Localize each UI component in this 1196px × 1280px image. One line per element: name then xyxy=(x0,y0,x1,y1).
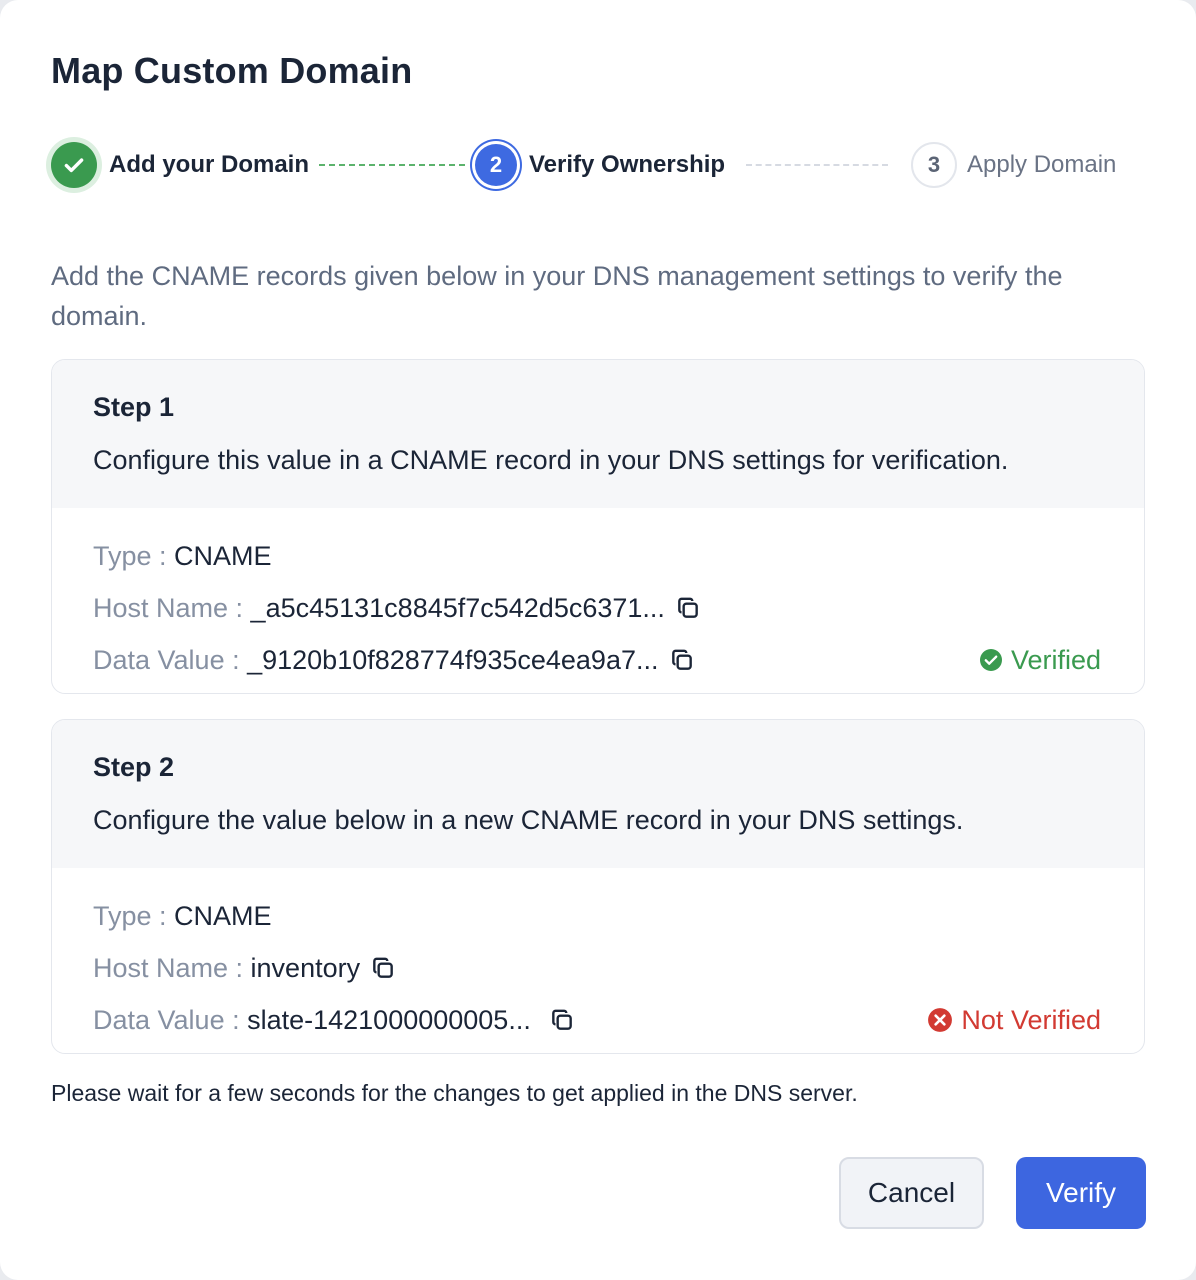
type-label: Type : xyxy=(93,540,175,571)
copy-icon[interactable] xyxy=(549,1007,575,1033)
step-number-badge: 3 xyxy=(911,142,957,188)
host-name-label: Host Name : xyxy=(93,592,251,623)
host-name-value: _a5c45131c8845f7c542d5c6371... xyxy=(250,592,665,623)
step-label: Verify Ownership xyxy=(529,151,726,178)
type-value: CNAME xyxy=(174,900,272,931)
step-add-domain: Add your Domain xyxy=(51,140,309,190)
dns-wait-note: Please wait for a few seconds for the ch… xyxy=(51,1080,858,1106)
data-value-label: Data Value : xyxy=(93,1004,248,1035)
data-value-row: Data Value : slate-1421000000005... Not … xyxy=(93,994,1103,1046)
data-value-label: Data Value : xyxy=(93,644,248,675)
record-card-step-2: Step 2 Configure the value below in a ne… xyxy=(51,719,1145,1054)
card-header: Step 1 Configure this value in a CNAME r… xyxy=(52,360,1144,508)
step-label: Add your Domain xyxy=(109,151,310,178)
step-connector xyxy=(746,164,888,166)
check-icon xyxy=(51,142,97,188)
data-value-value: _9120b10f828774f935ce4ea9a7... xyxy=(247,644,659,675)
record-card-step-1: Step 1 Configure this value in a CNAME r… xyxy=(51,359,1145,694)
status-text: Not Verified xyxy=(961,1004,1101,1035)
dialog-title: Map Custom Domain xyxy=(51,50,413,91)
intro-text: Add the CNAME records given below in you… xyxy=(51,261,1063,331)
x-circle-icon xyxy=(928,1008,953,1032)
card-step-title: Step 1 xyxy=(93,392,175,422)
type-row: Type : CNAME xyxy=(93,530,1103,582)
verify-button[interactable]: Verify xyxy=(1016,1157,1146,1229)
card-description: Configure the value below in a new CNAME… xyxy=(93,805,964,835)
cancel-button[interactable]: Cancel xyxy=(839,1157,984,1229)
card-body: Type : CNAME Host Name : inventory Data … xyxy=(52,868,1144,1046)
type-value: CNAME xyxy=(174,540,272,571)
verification-status-badge: Not Verified xyxy=(927,1005,1101,1036)
card-description: Configure this value in a CNAME record i… xyxy=(93,445,1009,475)
copy-icon[interactable] xyxy=(370,955,396,981)
verification-status-badge: Verified xyxy=(979,645,1101,676)
host-name-row: Host Name : _a5c45131c8845f7c542d5c6371.… xyxy=(93,582,1103,634)
stepper: Add your Domain 2 Verify Ownership 3 App… xyxy=(51,140,1151,190)
step-connector xyxy=(319,164,465,166)
check-circle-icon xyxy=(979,649,1002,671)
step-apply-domain: 3 Apply Domain xyxy=(911,140,1116,190)
step-verify-ownership: 2 Verify Ownership xyxy=(475,140,725,190)
card-step-title: Step 2 xyxy=(93,752,175,782)
host-name-row: Host Name : inventory xyxy=(93,942,1103,994)
data-value-value: slate-1421000000005... xyxy=(247,1004,531,1035)
data-value-row: Data Value : _9120b10f828774f935ce4ea9a7… xyxy=(93,634,1103,686)
step-label: Apply Domain xyxy=(967,151,1117,178)
type-row: Type : CNAME xyxy=(93,890,1103,942)
type-label: Type : xyxy=(93,900,175,931)
copy-icon[interactable] xyxy=(669,647,695,673)
status-text: Verified xyxy=(1010,644,1101,675)
card-body: Type : CNAME Host Name : _a5c45131c8845f… xyxy=(52,508,1144,686)
card-header: Step 2 Configure the value below in a ne… xyxy=(52,720,1144,868)
map-custom-domain-dialog: Map Custom Domain Add your Domain 2 Veri… xyxy=(0,0,1196,1280)
host-name-label: Host Name : xyxy=(93,952,251,983)
host-name-value: inventory xyxy=(250,952,361,983)
step-number-badge: 2 xyxy=(475,144,517,186)
copy-icon[interactable] xyxy=(675,595,701,621)
